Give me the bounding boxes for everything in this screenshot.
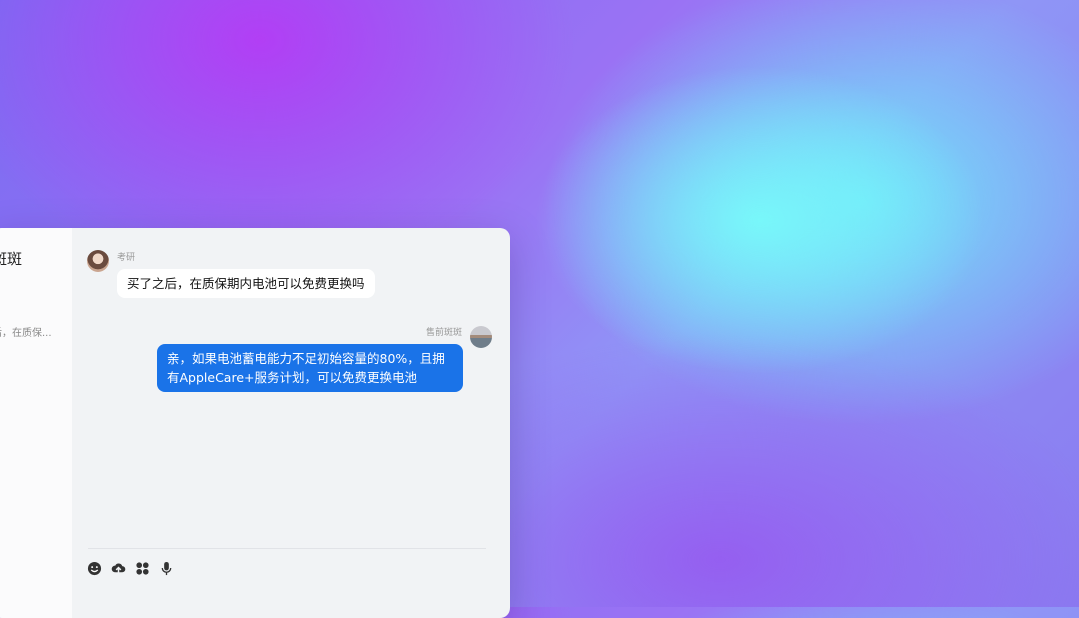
emoji-icon[interactable] — [87, 561, 102, 576]
conversation-preview[interactable]: 后，在质保... — [0, 324, 62, 339]
chat-panel: 考研 买了之后，在质保期内电池可以免费更换吗 售前斑斑 亲，如果电池蓄电能力不足… — [72, 228, 510, 618]
customer-name: 考研 — [117, 253, 136, 263]
customer-avatar — [87, 250, 109, 272]
agent-avatar — [470, 326, 492, 348]
microphone-icon[interactable] — [159, 561, 174, 576]
apps-icon[interactable] — [135, 561, 150, 576]
agent-message-bubble: 亲，如果电池蓄电能力不足初始容量的80%，且拥有AppleCare+服务计划，可… — [157, 344, 463, 392]
chat-window: 斑斑 后，在质保... 考研 买了之后，在质保期内电池可以免费更换吗 售前斑斑 … — [0, 228, 510, 618]
conversation-sidebar: 斑斑 后，在质保... — [0, 228, 72, 618]
conversation-contact-name[interactable]: 斑斑 — [0, 248, 72, 269]
input-toolbar — [87, 561, 174, 576]
upload-icon[interactable] — [111, 561, 126, 576]
agent-name: 售前斑斑 — [425, 328, 462, 338]
input-divider — [88, 548, 486, 549]
customer-message-bubble: 买了之后，在质保期内电池可以免费更换吗 — [117, 269, 375, 298]
